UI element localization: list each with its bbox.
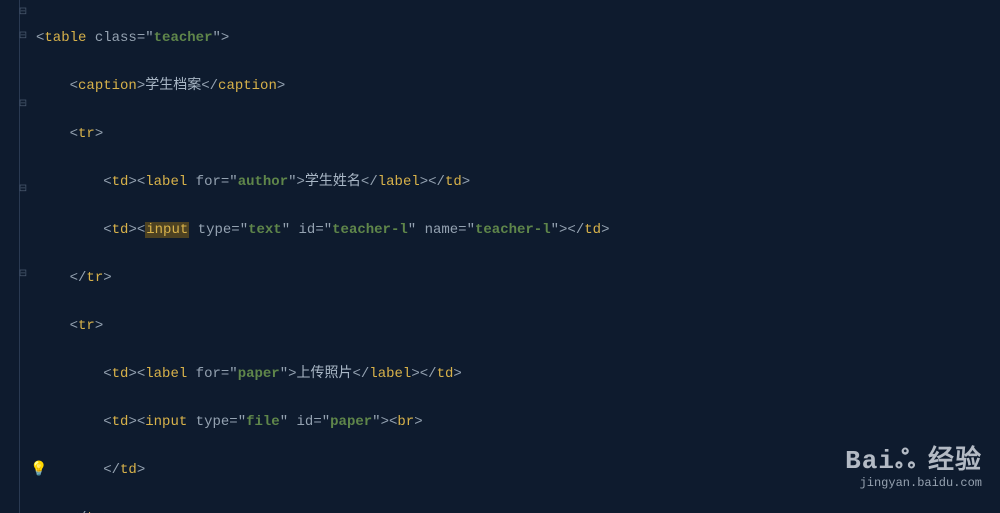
attr-value: teacher-l xyxy=(332,222,408,238)
caption-text: 学生档案 xyxy=(145,78,201,94)
fold-icon[interactable]: ⊟ xyxy=(18,100,28,110)
fold-icon[interactable]: ⊟ xyxy=(18,270,28,280)
fold-icon[interactable]: ⊟ xyxy=(18,32,28,42)
attr-value: file xyxy=(246,414,280,430)
attr-value: paper xyxy=(330,414,372,430)
code-area[interactable]: <table class="teacher"> <caption>学生档案</c… xyxy=(32,0,1000,513)
code-editor[interactable]: ⊟ ⊟ - - - ⊟ - - - - ⊟ - - - - ⊟ 💡 <table… xyxy=(0,0,1000,513)
label-text: 学生姓名 xyxy=(305,174,361,190)
attr-value: paper xyxy=(238,366,280,382)
attr-value: teacher xyxy=(154,30,213,46)
fold-icon[interactable]: ⊟ xyxy=(18,8,28,18)
attr-value: author xyxy=(238,174,288,190)
label-text: 上传照片 xyxy=(297,366,353,382)
fold-icon[interactable]: ⊟ xyxy=(18,185,28,195)
attr-value: teacher-l xyxy=(475,222,551,238)
gutter: ⊟ ⊟ - - - ⊟ - - - - ⊟ - - - - ⊟ 💡 xyxy=(0,0,32,513)
attr-value: text xyxy=(248,222,282,238)
lightbulb-icon[interactable]: 💡 xyxy=(30,458,47,482)
